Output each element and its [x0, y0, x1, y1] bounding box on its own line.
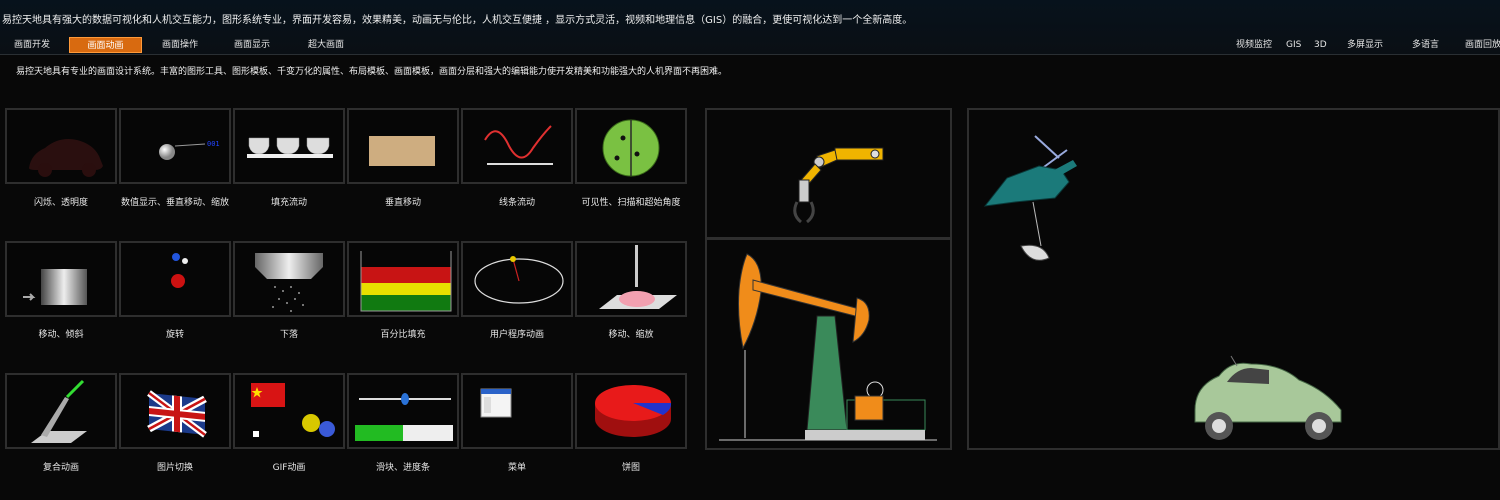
- tab-screen-development[interactable]: 画面开发: [2, 37, 62, 53]
- demo-label-value: 数值显示、垂直移动、缩放: [120, 198, 229, 208]
- demo-label-composite: 复合动画: [42, 463, 79, 473]
- page-description: 易控天地具有专业的画面设计系统。丰富的图形工具、图形模板、千变万化的属性、布局模…: [16, 67, 728, 77]
- demo-label-menu: 菜单: [507, 463, 526, 473]
- demo-fill-flow[interactable]: [233, 108, 345, 184]
- menu-icon: [480, 388, 512, 418]
- demo-label-user-program: 用户程序动画: [489, 330, 544, 340]
- teacups-icon: [247, 137, 333, 158]
- laser-icon: [31, 379, 87, 443]
- tank-fill-icon: [360, 251, 452, 312]
- demo-line-flow[interactable]: [461, 108, 573, 184]
- tab-video-monitoring[interactable]: 视频监控: [1236, 37, 1272, 53]
- demo-label-image-switch: 图片切换: [156, 463, 193, 473]
- helicopter-car-panel[interactable]: [967, 108, 1500, 450]
- demo-label-percent: 百分比填充: [380, 330, 426, 340]
- demo-user-program[interactable]: [461, 241, 573, 317]
- rotating-balls-icon: [171, 253, 188, 288]
- demo-label-rotate: 旋转: [165, 330, 184, 340]
- demo-label-visibility: 可见性、扫描和超始角度: [581, 198, 681, 208]
- tab-multi-language[interactable]: 多语言: [1412, 37, 1439, 53]
- pie-3d-icon: [595, 385, 672, 437]
- tab-multi-screen[interactable]: 多屏显示: [1347, 37, 1383, 53]
- demo-label-fill-flow: 填充流动: [270, 198, 307, 208]
- car-faded-icon: [29, 139, 103, 177]
- demo-percent-fill[interactable]: [347, 241, 459, 317]
- tab-playback[interactable]: 画面回放: [1465, 37, 1500, 53]
- demo-blink-transparency[interactable]: [5, 108, 117, 184]
- green-car-icon: [1194, 355, 1342, 440]
- demo-label-move-scale: 移动、缩放: [608, 330, 654, 340]
- demo-menu[interactable]: [461, 373, 573, 449]
- gears-flag-icon: [251, 383, 335, 437]
- plunger-icon: [599, 245, 677, 309]
- top-bar: 易控天地具有强大的数据可视化和人机交互能力，图形系统专业，界面开发容易，效果精美…: [0, 0, 1500, 55]
- demo-label-pie: 饼图: [621, 463, 640, 473]
- demo-label-fall: 下落: [279, 330, 298, 340]
- tab-large-screen[interactable]: 超大画面: [296, 37, 356, 53]
- slider-progress-icon: [355, 393, 453, 441]
- tab-gis[interactable]: GIS: [1286, 37, 1301, 53]
- intro-text: 易控天地具有强大的数据可视化和人机交互能力，图形系统专业，界面开发容易，效果精美…: [2, 15, 913, 26]
- value-readout: 001: [207, 140, 220, 148]
- demo-image-switch[interactable]: [119, 373, 231, 449]
- funnel-icon: [255, 253, 323, 312]
- texture-icon: [369, 136, 435, 166]
- demo-label-slider: 滑块、进度条: [375, 463, 430, 473]
- demo-move-scale[interactable]: [575, 241, 687, 317]
- demo-label-vertical: 垂直移动: [384, 198, 421, 208]
- demo-label-blink: 闪烁、透明度: [33, 198, 88, 208]
- tab-screen-operation[interactable]: 画面操作: [150, 37, 210, 53]
- demo-label-gif: GIF动画: [272, 463, 306, 473]
- radar-icon: [602, 119, 660, 177]
- pendulum-icon: [474, 256, 564, 304]
- demo-composite[interactable]: [5, 373, 117, 449]
- robot-arm-icon: [793, 147, 884, 224]
- tab-screen-animation[interactable]: 画面动画: [69, 37, 142, 53]
- demo-pie-chart[interactable]: [575, 373, 687, 449]
- demo-rotate[interactable]: [119, 241, 231, 317]
- ball-value-icon: 001: [159, 140, 220, 160]
- oil-pumpjack-icon: [719, 253, 937, 441]
- demo-vertical-move[interactable]: [347, 108, 459, 184]
- pumpjack-panel[interactable]: [705, 238, 952, 450]
- tab-screen-display[interactable]: 画面显示: [222, 37, 282, 53]
- uk-flag-icon: [147, 390, 207, 438]
- demo-gif-animation[interactable]: [233, 373, 345, 449]
- demo-value-move-scale[interactable]: 001: [119, 108, 231, 184]
- demo-move-tilt[interactable]: [5, 241, 117, 317]
- robot-arm-panel[interactable]: [705, 108, 952, 239]
- wave-line-icon: [484, 125, 553, 165]
- demo-fall[interactable]: [233, 241, 345, 317]
- cylinder-icon: [23, 269, 87, 305]
- demo-visibility-scan-angle[interactable]: [575, 108, 687, 184]
- demo-slider-progress[interactable]: [347, 373, 459, 449]
- demo-label-move-tilt: 移动、倾斜: [38, 330, 84, 340]
- tab-3d[interactable]: 3D: [1314, 37, 1327, 53]
- demo-label-line-flow: 线条流动: [498, 198, 535, 208]
